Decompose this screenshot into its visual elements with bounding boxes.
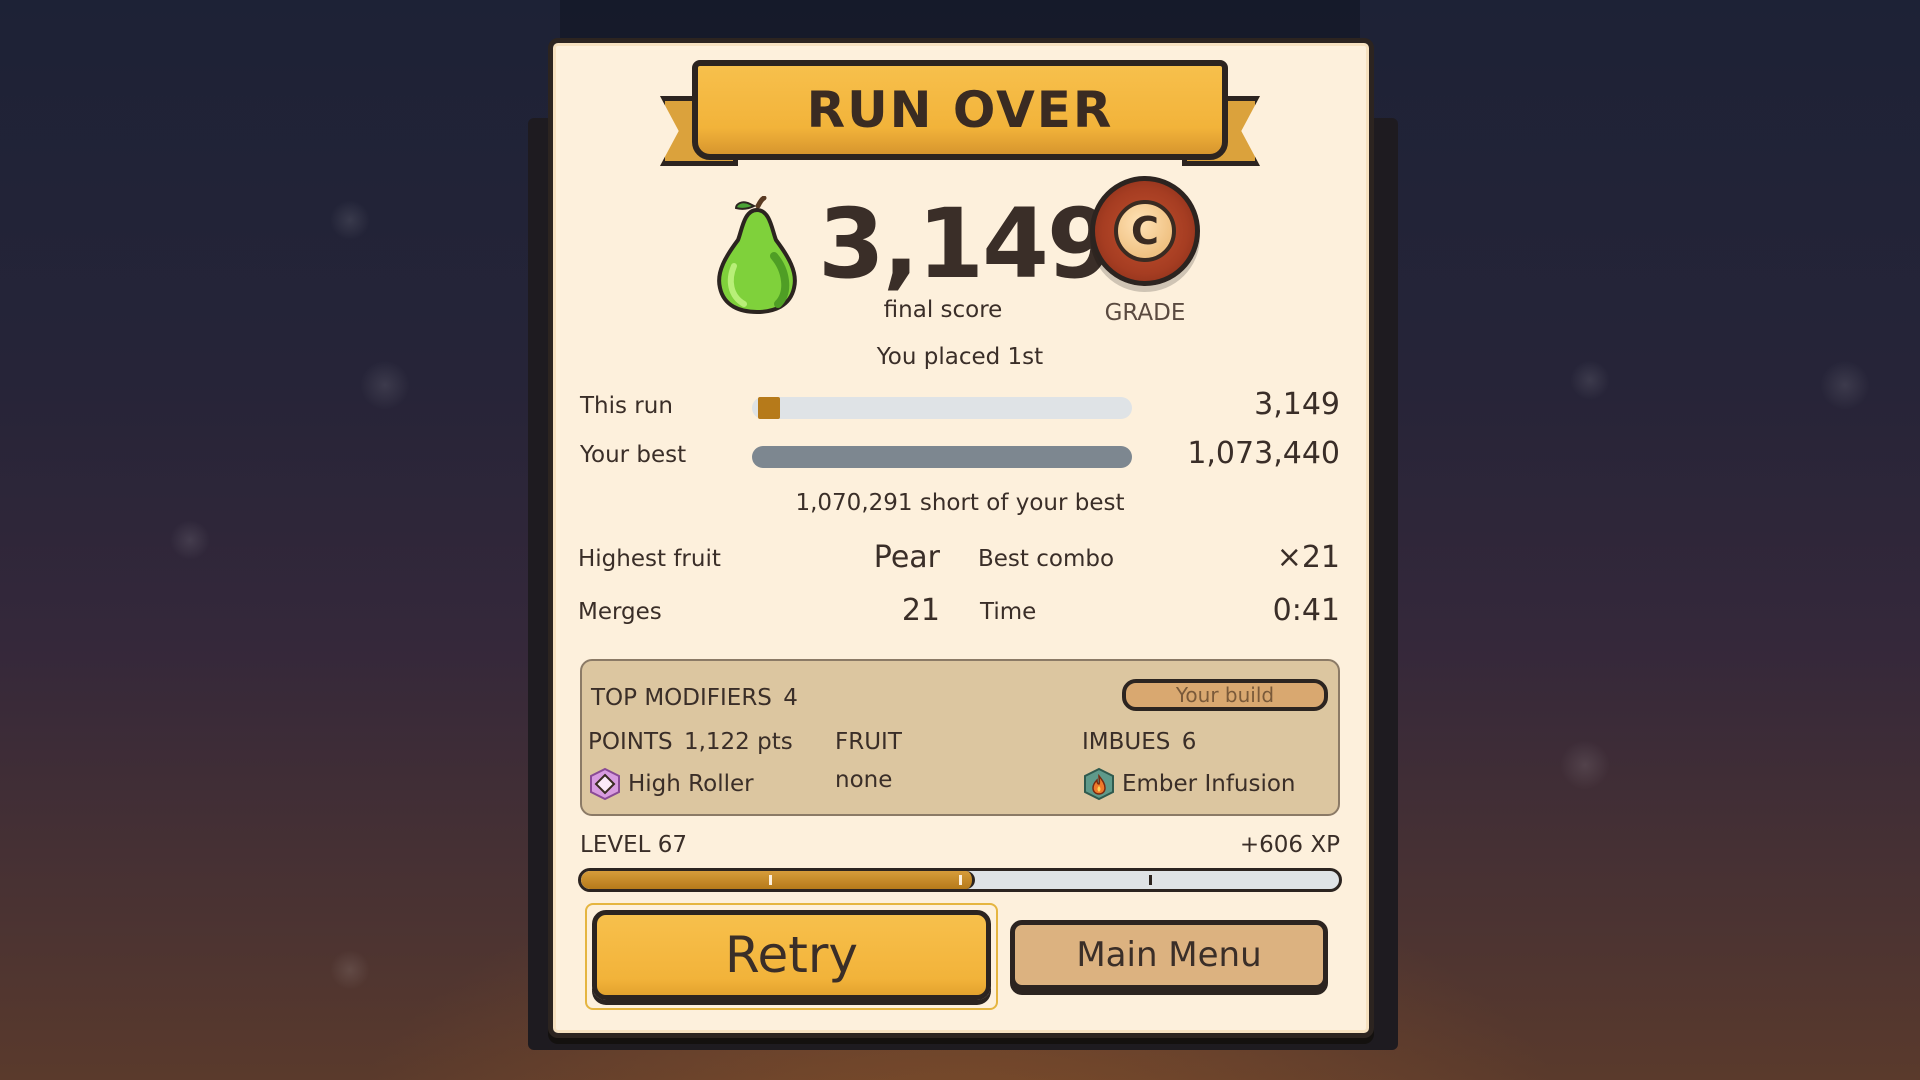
fruit-column-title: FRUIT: [835, 729, 902, 755]
highest-fruit-label: Highest fruit: [578, 546, 721, 572]
xp-progress-bar: [578, 868, 1342, 892]
your-best-value: 1,073,440: [1187, 436, 1340, 471]
fruit-modifier-item: none: [835, 767, 892, 793]
best-combo-label: Best combo: [978, 546, 1115, 572]
points-modifier-item[interactable]: High Roller: [588, 767, 754, 801]
level-label: LEVEL 67: [580, 832, 688, 858]
top-modifiers-title: TOP MODIFIERS 4: [591, 685, 798, 711]
title-banner: RUN OVER: [660, 58, 1260, 173]
time-value: 0:41: [1272, 593, 1340, 628]
bokeh-light: [330, 950, 370, 990]
top-modifiers-heading: TOP MODIFIERS: [591, 685, 772, 711]
final-score-value: 3,149: [818, 188, 1114, 300]
imbue-modifier-name: Ember Infusion: [1122, 771, 1296, 797]
bokeh-light: [1820, 360, 1870, 410]
retry-button[interactable]: Retry: [592, 910, 991, 1000]
time-label: Time: [980, 599, 1037, 625]
this-run-value: 3,149: [1254, 387, 1340, 422]
this-run-bar-fill: [758, 397, 780, 419]
imbue-modifier-item[interactable]: Ember Infusion: [1082, 767, 1296, 801]
xp-tick: [959, 875, 962, 885]
merges-label: Merges: [578, 599, 662, 625]
bokeh-light: [170, 520, 210, 560]
page-title: RUN OVER: [806, 81, 1114, 139]
imbues-heading: IMBUES: [1082, 729, 1171, 755]
bokeh-light: [360, 360, 410, 410]
points-modifier-name: High Roller: [628, 771, 754, 797]
this-run-bar: [752, 397, 1132, 419]
bokeh-light: [330, 200, 370, 240]
short-of-best-text: 1,070,291 short of your best: [795, 490, 1125, 516]
imbues-column-title: IMBUES 6: [1082, 729, 1196, 755]
points-heading: POINTS: [588, 729, 673, 755]
points-amount: 1,122 pts: [683, 729, 793, 755]
diamond-icon: [590, 767, 620, 801]
fruit-modifier-name: none: [835, 767, 893, 793]
final-score-label: final score: [883, 297, 1003, 323]
xp-gain-label: +606 XP: [1239, 832, 1340, 858]
top-modifiers-panel: TOP MODIFIERS 4 Your build POINTS 1,122 …: [580, 659, 1340, 816]
points-column-title: POINTS 1,122 pts: [588, 729, 793, 755]
highest-fruit-value: Pear: [873, 540, 940, 575]
main-menu-button[interactable]: Main Menu: [1010, 920, 1328, 990]
your-best-bar: [752, 446, 1132, 468]
xp-tick: [1149, 875, 1152, 885]
flame-potion-icon: [1084, 767, 1114, 801]
xp-progress-fill: [581, 871, 976, 889]
top-shadow: [560, 0, 1360, 40]
placement-text: You placed 1st: [876, 344, 1044, 370]
best-combo-value: ×21: [1276, 540, 1340, 575]
top-modifiers-count: 4: [783, 685, 798, 711]
xp-tick: [769, 875, 772, 885]
your-build-button[interactable]: Your build: [1122, 679, 1328, 711]
pear-icon: [717, 196, 797, 314]
imbues-count: 6: [1181, 729, 1197, 755]
grade-badge: C: [1090, 176, 1200, 286]
bokeh-light: [1560, 740, 1610, 790]
bokeh-light: [1570, 360, 1610, 400]
your-best-label: Your best: [580, 442, 687, 468]
banner-plate: RUN OVER: [692, 60, 1228, 160]
this-run-label: This run: [580, 393, 673, 419]
grade-label: GRADE: [1104, 300, 1186, 326]
grade-letter: C: [1114, 200, 1176, 262]
merges-value: 21: [901, 593, 940, 628]
